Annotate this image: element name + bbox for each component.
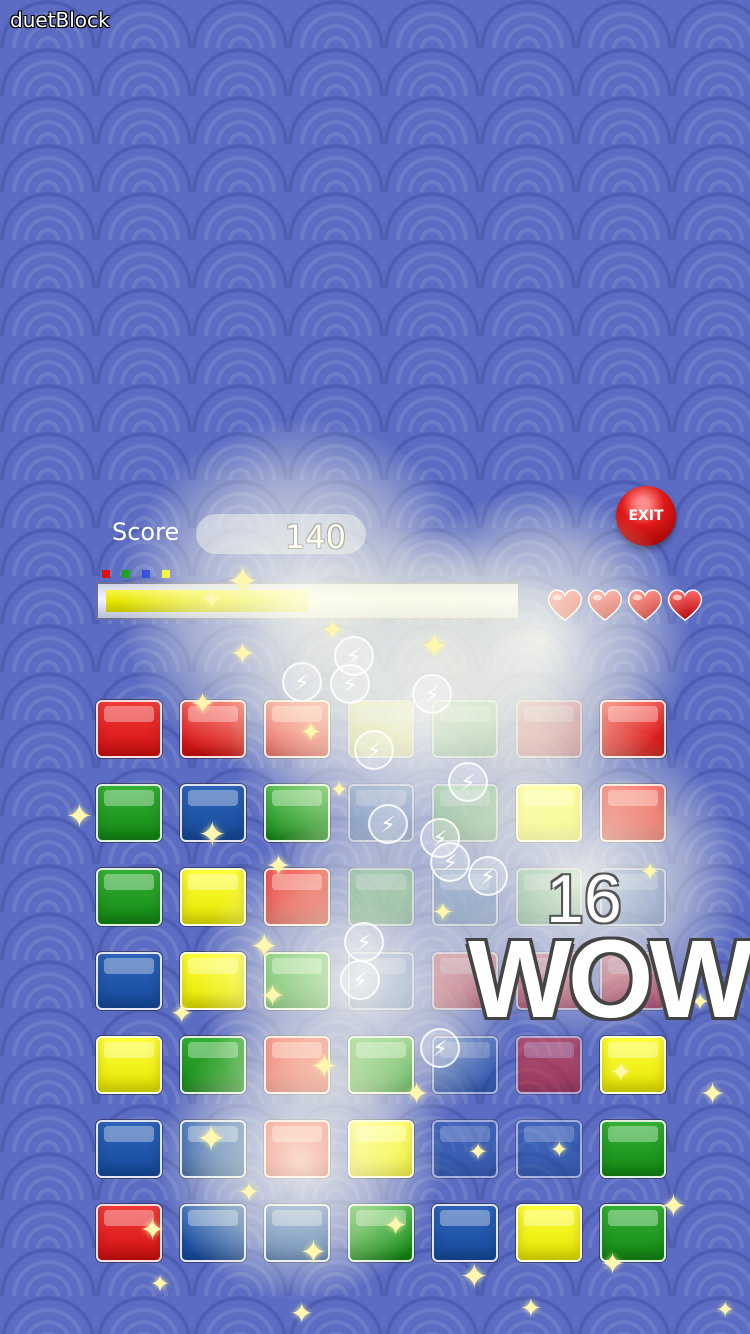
sparkle-icon: ✦: [700, 1077, 726, 1112]
app-title: duetBlock: [10, 8, 110, 32]
bolt-bubble-icon: ⚡: [448, 762, 488, 802]
red-block[interactable]: [96, 700, 162, 758]
sparkle-icon: ✦: [550, 1138, 569, 1163]
green-block[interactable]: [96, 784, 162, 842]
sparkle-icon: ✦: [196, 1119, 227, 1160]
sparkle-icon: ✦: [230, 637, 256, 672]
bolt-bubble-icon: ⚡: [420, 1028, 460, 1068]
bolt-bubble-icon: ⚡: [412, 674, 452, 714]
sparkle-icon: ✦: [140, 1213, 166, 1248]
sparkle-icon: ✦: [600, 1247, 626, 1282]
sparkle-icon: ✦: [170, 997, 194, 1030]
sparkle-icon: ✦: [384, 1209, 408, 1242]
green-block[interactable]: [600, 1120, 666, 1178]
blue-block[interactable]: [516, 1120, 582, 1178]
color-key-dot: [102, 570, 110, 578]
sparkle-icon: ✦: [660, 1187, 687, 1225]
green-block[interactable]: [96, 868, 162, 926]
sparkle-icon: ✦: [200, 583, 224, 616]
blue-block[interactable]: [96, 952, 162, 1010]
sparkle-icon: ✦: [300, 718, 322, 748]
sparkle-icon: ✦: [260, 979, 286, 1014]
yellow-block[interactable]: [516, 1204, 582, 1262]
sparkle-icon: ✦: [226, 559, 260, 605]
sparkle-icon: ✦: [432, 898, 454, 928]
sparkle-icon: ✦: [404, 1077, 430, 1112]
sparkle-icon: ✦: [610, 1058, 632, 1088]
bolt-bubble-icon: ⚡: [344, 922, 384, 962]
sparkle-icon: ✦: [468, 1138, 489, 1166]
sparkle-icon: ✦: [66, 797, 93, 835]
blue-block[interactable]: [432, 1204, 498, 1262]
sparkle-icon: ✦: [150, 1270, 171, 1298]
yellow-block[interactable]: [96, 1036, 162, 1094]
bolt-bubble-icon: ⚡: [340, 960, 380, 1000]
blue-block[interactable]: [96, 1120, 162, 1178]
sparkle-icon: ✦: [520, 1294, 542, 1324]
sparkle-icon: ✦: [310, 1047, 339, 1087]
bolt-bubble-icon: ⚡: [430, 842, 470, 882]
sparkle-icon: ✦: [460, 1257, 489, 1297]
sparkle-icon: ✦: [640, 858, 661, 886]
bolt-bubble-icon: ⚡: [368, 804, 408, 844]
bolt-bubble-icon: ⚡: [330, 664, 370, 704]
sparkle-icon: ✦: [250, 927, 279, 967]
sparkle-icon: ✦: [330, 778, 349, 803]
combo-word: WOW: [468, 918, 750, 1041]
sparkle-icon: ✦: [266, 849, 292, 884]
sparkle-icon: ✦: [290, 1297, 314, 1330]
sparkle-icon: ✦: [716, 1298, 735, 1323]
sparkle-icon: ✦: [198, 815, 227, 855]
sparkle-icon: ✦: [190, 687, 216, 722]
sparkle-icon: ✦: [300, 1233, 327, 1271]
bolt-bubble-icon: ⚡: [468, 856, 508, 896]
bolt-bubble-icon: ⚡: [354, 730, 394, 770]
sparkle-icon: ✦: [238, 1178, 260, 1208]
sparkle-icon: ✦: [322, 616, 344, 646]
sparkle-icon: ✦: [420, 627, 449, 667]
red-block[interactable]: [516, 1036, 582, 1094]
bolt-bubble-icon: ⚡: [282, 662, 322, 702]
